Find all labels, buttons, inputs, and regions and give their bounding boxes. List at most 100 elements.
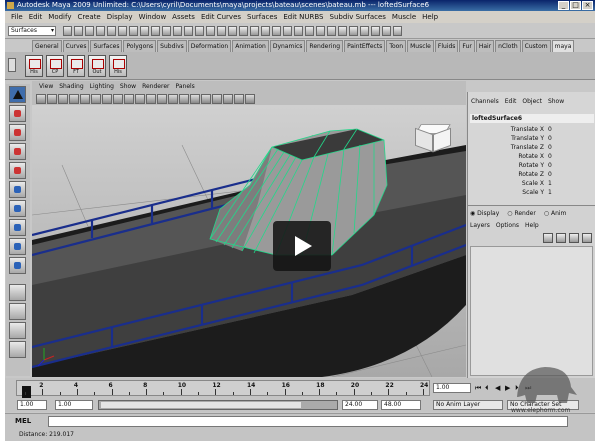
options-menu[interactable]: Options [496, 222, 519, 229]
menu-assets[interactable]: Assets [169, 13, 198, 21]
menu-muscle[interactable]: Muscle [389, 13, 419, 21]
lasso-tool-icon[interactable] [9, 105, 26, 122]
safe-title-icon[interactable] [135, 93, 145, 104]
shelf-button-out[interactable]: Out [88, 55, 106, 77]
attribute-row[interactable]: Rotate Y0 [468, 161, 592, 170]
layout-outliner-icon[interactable] [9, 322, 26, 339]
mask-dynamic-icon[interactable] [184, 26, 193, 36]
vp-menu-view[interactable]: View [36, 83, 56, 90]
vp-menu-renderer[interactable]: Renderer [139, 83, 172, 90]
move-layer-up-icon[interactable] [543, 233, 553, 243]
gate-mask-icon[interactable] [102, 93, 112, 104]
tab-custom[interactable]: Custom [521, 40, 551, 52]
tab-dynamics[interactable]: Dynamics [269, 40, 306, 52]
radio-display[interactable]: Display [470, 210, 499, 217]
tab-maya[interactable]: maya [551, 40, 575, 52]
tab-surfaces[interactable]: Surfaces [90, 40, 123, 52]
menu-surfaces[interactable]: Surfaces [244, 13, 280, 21]
grid-toggle-icon[interactable] [69, 93, 79, 104]
menu-help[interactable]: Help [419, 13, 441, 21]
tab-animation[interactable]: Animation [232, 40, 269, 52]
move-tool-icon[interactable] [9, 143, 26, 160]
object-name[interactable]: loftedSurface6 [470, 114, 594, 123]
attribute-row[interactable]: Rotate X0 [468, 152, 592, 161]
ipr-render-icon[interactable] [338, 26, 347, 36]
attribute-value[interactable]: 0 [546, 125, 566, 134]
history-icon[interactable] [316, 26, 325, 36]
attribute-value[interactable]: 0 [546, 152, 566, 161]
snap-plane-icon[interactable] [272, 26, 281, 36]
shelf-button-his[interactable]: His [25, 55, 43, 77]
current-time-marker[interactable] [22, 386, 31, 398]
tab-hair[interactable]: Hair [475, 40, 495, 52]
step-back-icon[interactable]: ⏴ [485, 384, 489, 393]
resolution-gate-icon[interactable] [91, 93, 101, 104]
start-time-field[interactable]: 1.00 [17, 400, 47, 410]
field-chart-icon[interactable] [113, 93, 123, 104]
camera-attr-icon[interactable] [36, 93, 46, 104]
radio-anim[interactable]: Anim [544, 210, 566, 217]
layout-side-by-side-icon[interactable] [9, 284, 26, 301]
bookmark-icon[interactable] [47, 93, 57, 104]
vp-menu-lighting[interactable]: Lighting [87, 83, 117, 90]
attribute-row[interactable]: Translate X0 [468, 125, 592, 134]
tab-deformation[interactable]: Deformation [187, 40, 232, 52]
shadows-icon[interactable] [201, 93, 211, 104]
shelf-button-ft[interactable]: FT [67, 55, 85, 77]
mask-misc-icon[interactable] [206, 26, 215, 36]
tab-rendering[interactable]: Rendering [306, 40, 344, 52]
vp-menu-show[interactable]: Show [117, 83, 139, 90]
snap-grid-icon[interactable] [239, 26, 248, 36]
object-menu[interactable]: Object [519, 98, 545, 108]
tab-muscle[interactable]: Muscle [407, 40, 434, 52]
attribute-row[interactable]: Translate Y0 [468, 134, 592, 143]
mel-label[interactable]: MEL [15, 417, 31, 425]
move-layer-down-icon[interactable] [556, 233, 566, 243]
attribute-row[interactable]: Rotate Z0 [468, 170, 592, 179]
shelf-button-cp[interactable]: CP [46, 55, 64, 77]
anim-layer-dropdown[interactable]: No Anim Layer [433, 400, 503, 410]
mask-joint-icon[interactable] [140, 26, 149, 36]
shelf-menu-button[interactable] [8, 58, 16, 72]
mask-deform-icon[interactable] [173, 26, 182, 36]
new-empty-layer-icon[interactable] [569, 233, 579, 243]
smooth-shade-icon[interactable] [157, 93, 167, 104]
vp-menu-shading[interactable]: Shading [56, 83, 86, 90]
mask-handle-icon[interactable] [129, 26, 138, 36]
input-line-icon[interactable] [360, 26, 369, 36]
tab-fur[interactable]: Fur [459, 40, 475, 52]
select-component-icon[interactable] [118, 26, 127, 36]
rotate-tool-icon[interactable] [9, 162, 26, 179]
menu-edit-nurbs[interactable]: Edit NURBS [280, 13, 326, 21]
layout-hypershade-icon[interactable] [9, 341, 26, 358]
xray-joints-icon[interactable] [223, 93, 233, 104]
show-attribute-editor-icon[interactable] [371, 26, 380, 36]
layers-menu[interactable]: Layers [470, 222, 490, 229]
tab-ncloth[interactable]: nCloth [495, 40, 521, 52]
menu-subdiv-surfaces[interactable]: Subdiv Surfaces [327, 13, 389, 21]
show-tool-settings-icon[interactable] [382, 26, 391, 36]
attribute-value[interactable]: 0 [546, 170, 566, 179]
attribute-value[interactable]: 1 [546, 188, 566, 197]
time-slider-bar[interactable]: 2 4 6 8 10 12 14 16 18 20 22 24 [16, 380, 430, 398]
manipulator-tool-icon[interactable] [9, 200, 26, 217]
tab-painteffects[interactable]: PaintEffects [344, 40, 386, 52]
attribute-value[interactable]: 1 [546, 179, 566, 188]
show-channel-box-icon[interactable] [393, 26, 402, 36]
snap-curve-icon[interactable] [250, 26, 259, 36]
video-play-button-icon[interactable] [273, 221, 331, 271]
output-ops-icon[interactable] [305, 26, 314, 36]
mask-surface-icon[interactable] [162, 26, 171, 36]
select-hierarchy-icon[interactable] [96, 26, 105, 36]
high-quality-icon[interactable] [245, 93, 255, 104]
go-to-start-icon[interactable]: ⏮ [475, 384, 481, 393]
show-menu[interactable]: Show [545, 98, 567, 108]
new-scene-icon[interactable] [63, 26, 72, 36]
close-button[interactable]: × [582, 1, 593, 10]
end-time-field[interactable]: 48.00 [381, 400, 421, 410]
mel-input[interactable] [48, 416, 568, 427]
layer-help-menu[interactable]: Help [525, 222, 539, 229]
layout-persp-graph-icon[interactable] [9, 303, 26, 320]
play-backwards-icon[interactable]: ◀ [495, 384, 500, 392]
tab-fluids[interactable]: Fluids [434, 40, 459, 52]
